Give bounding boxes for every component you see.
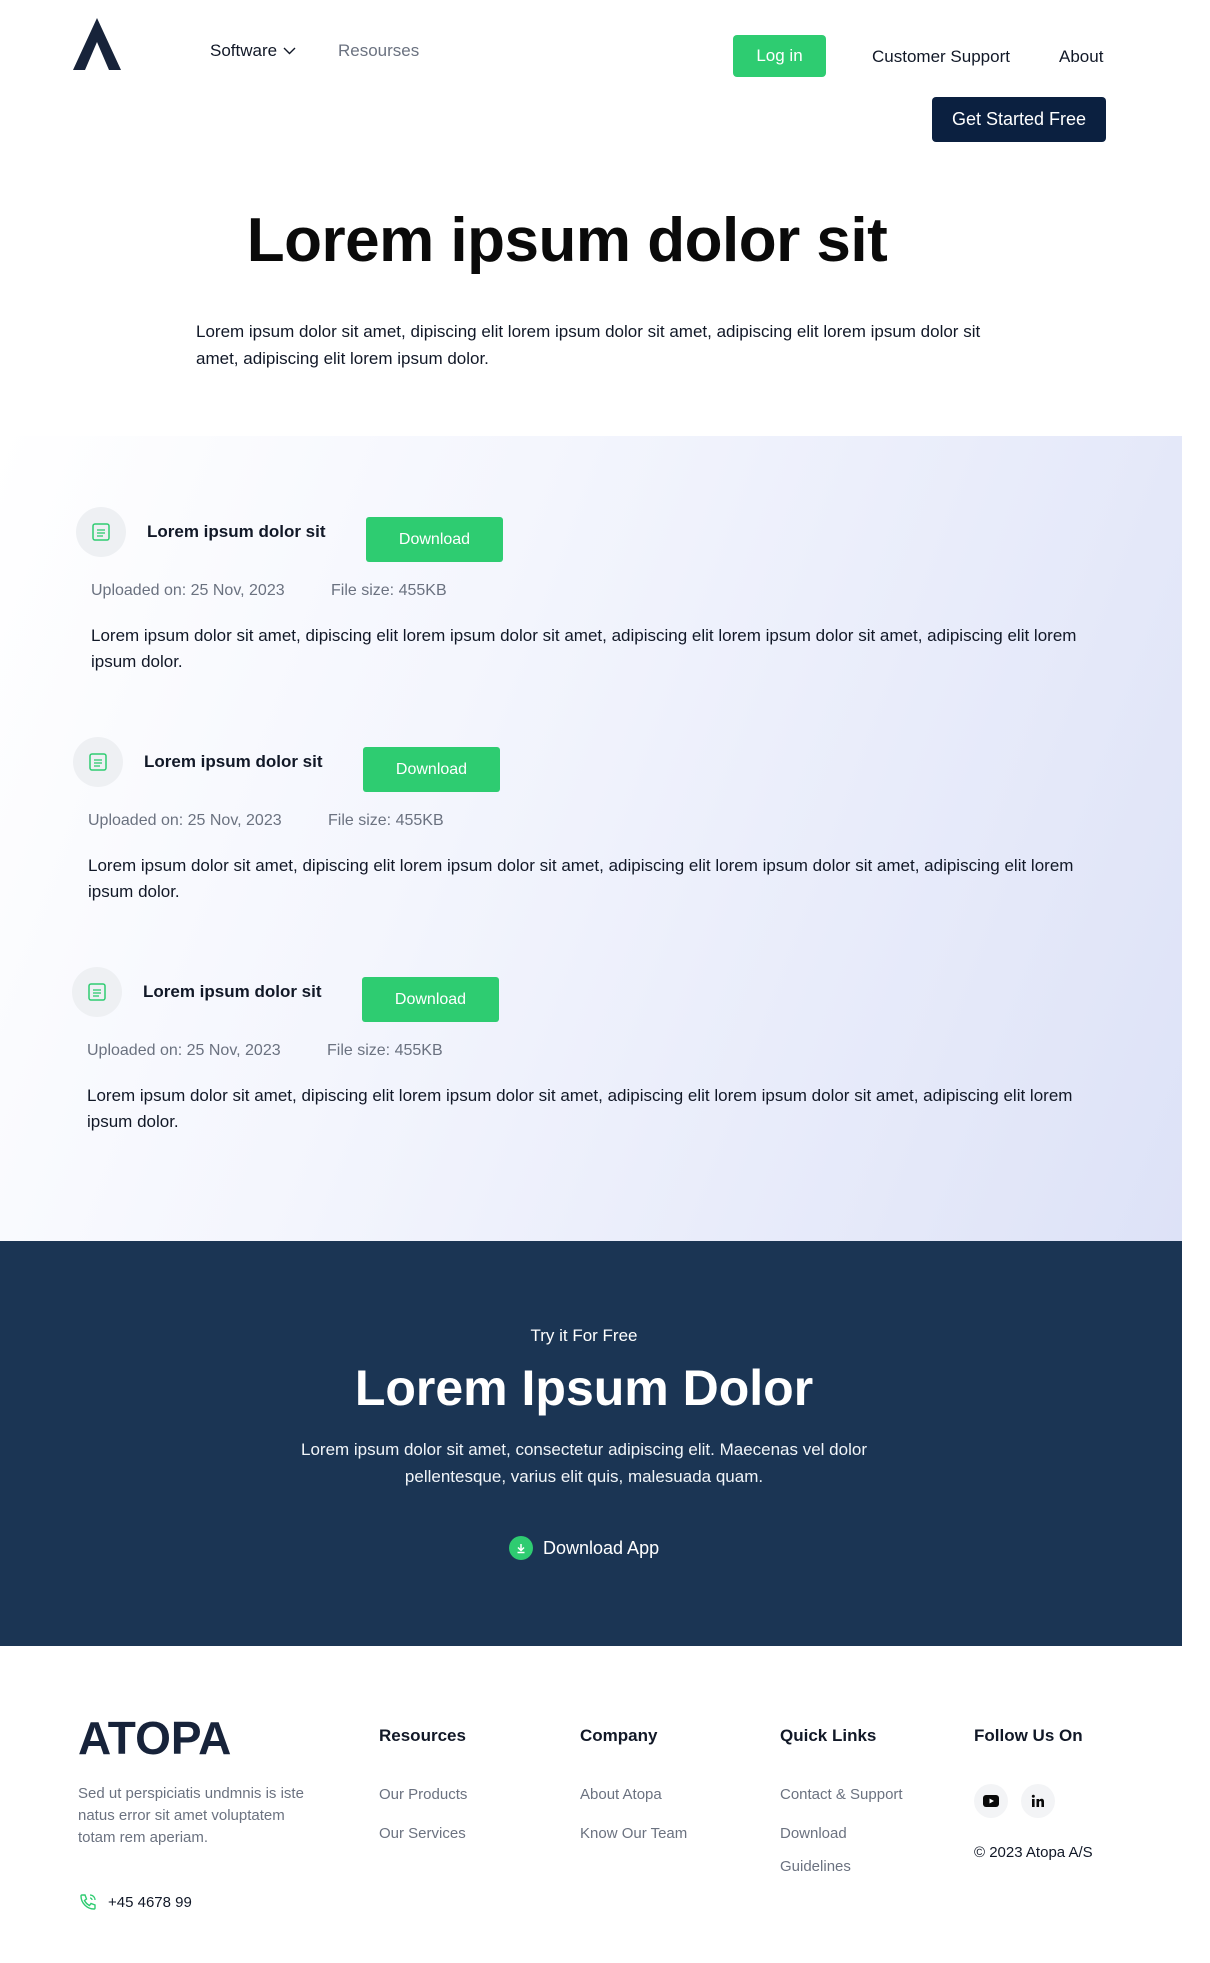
file-size: File size: 455KB bbox=[331, 582, 447, 599]
linkedin-button[interactable] bbox=[1021, 1784, 1055, 1818]
footer-link-our-services[interactable]: Our Services bbox=[379, 1825, 466, 1842]
footer-link-know-our-team[interactable]: Know Our Team bbox=[580, 1825, 687, 1842]
cta-title: Lorem Ipsum Dolor bbox=[354, 1360, 814, 1416]
footer-description: Sed ut perspiciatis undmnis is iste natu… bbox=[78, 1785, 304, 1846]
footer-heading-quick-links: Quick Links bbox=[780, 1726, 877, 1745]
youtube-button[interactable] bbox=[974, 1784, 1008, 1818]
file-item: Lorem ipsum dolor sit Download Uploaded … bbox=[0, 896, 1182, 1131]
cta-text: Lorem ipsum dolor sit amet, consectetur … bbox=[301, 1440, 867, 1486]
nav-software[interactable]: Software bbox=[210, 41, 296, 61]
footer-heading-company: Company bbox=[580, 1726, 658, 1745]
atopa-wordmark-icon: ATOPA bbox=[78, 1712, 231, 1764]
footer-phone-number: +45 4678 99 bbox=[108, 1893, 192, 1911]
get-started-button[interactable]: Get Started Free bbox=[932, 97, 1106, 142]
download-button[interactable]: Download bbox=[363, 747, 500, 792]
file-item: Lorem ipsum dolor sit Download Uploaded … bbox=[0, 436, 1182, 671]
phone-icon bbox=[80, 1894, 96, 1910]
download-button[interactable]: Download bbox=[362, 977, 499, 1022]
login-button[interactable]: Log in bbox=[733, 35, 826, 77]
copyright-text: © 2023 Atopa A/S bbox=[974, 1844, 1093, 1861]
chevron-down-icon bbox=[283, 47, 296, 55]
svg-text:ATOPA: ATOPA bbox=[78, 1716, 231, 1758]
footer-link-download[interactable]: Download bbox=[780, 1825, 847, 1842]
file-icon bbox=[76, 507, 126, 557]
file-name: Lorem ipsum dolor sit bbox=[144, 752, 323, 771]
footer-link-guidelines[interactable]: Guidelines bbox=[780, 1858, 851, 1875]
file-size: File size: 455KB bbox=[327, 1042, 443, 1059]
hero-text: Lorem ipsum dolor sit amet, dipiscing el… bbox=[196, 322, 981, 368]
downloads-section: Lorem ipsum dolor sit Download Uploaded … bbox=[0, 436, 1182, 1241]
file-name: Lorem ipsum dolor sit bbox=[143, 982, 322, 1001]
download-app-label: Download App bbox=[543, 1537, 660, 1558]
download-icon bbox=[509, 1536, 533, 1560]
file-uploaded-date: Uploaded on: 25 Nov, 2023 bbox=[87, 1042, 281, 1059]
nav-software-label: Software bbox=[210, 41, 278, 60]
file-item: Lorem ipsum dolor sit Download Uploaded … bbox=[0, 666, 1182, 901]
footer-logo[interactable]: ATOPA bbox=[78, 1712, 240, 1764]
logo-mark-icon[interactable] bbox=[73, 18, 121, 70]
cta-section: Try it For Free Lorem Ipsum Dolor Lorem … bbox=[0, 1241, 1182, 1646]
site-header: Software Resourses Log in Customer Suppo… bbox=[0, 0, 1210, 150]
site-footer: ATOPA Sed ut perspiciatis undmnis is ist… bbox=[0, 1646, 1210, 1963]
nav-customer-support[interactable]: Customer Support bbox=[872, 47, 1010, 67]
cta-kicker: Try it For Free bbox=[530, 1326, 638, 1345]
linkedin-icon bbox=[1031, 1794, 1044, 1807]
footer-heading-follow: Follow Us On bbox=[974, 1726, 1083, 1745]
nav-about[interactable]: About bbox=[1059, 47, 1103, 67]
file-name: Lorem ipsum dolor sit bbox=[147, 522, 326, 541]
file-uploaded-date: Uploaded on: 25 Nov, 2023 bbox=[88, 812, 282, 829]
download-app-button[interactable]: Download App bbox=[509, 1536, 659, 1560]
file-uploaded-date: Uploaded on: 25 Nov, 2023 bbox=[91, 582, 285, 599]
file-icon bbox=[72, 967, 122, 1017]
file-icon bbox=[73, 737, 123, 787]
footer-link-our-products[interactable]: Our Products bbox=[379, 1786, 467, 1803]
file-description: Lorem ipsum dolor sit amet, dipiscing el… bbox=[87, 1086, 1073, 1131]
download-button[interactable]: Download bbox=[366, 517, 503, 562]
footer-link-contact-support[interactable]: Contact & Support bbox=[780, 1786, 903, 1803]
nav-resources[interactable]: Resourses bbox=[338, 41, 419, 61]
hero-title: Lorem ipsum dolor sit bbox=[246, 206, 888, 275]
file-size: File size: 455KB bbox=[328, 812, 444, 829]
youtube-icon bbox=[983, 1795, 999, 1807]
footer-phone[interactable]: +45 4678 99 bbox=[78, 1892, 192, 1912]
footer-link-about-atopa[interactable]: About Atopa bbox=[580, 1786, 662, 1803]
footer-heading-resources: Resources bbox=[379, 1726, 466, 1745]
